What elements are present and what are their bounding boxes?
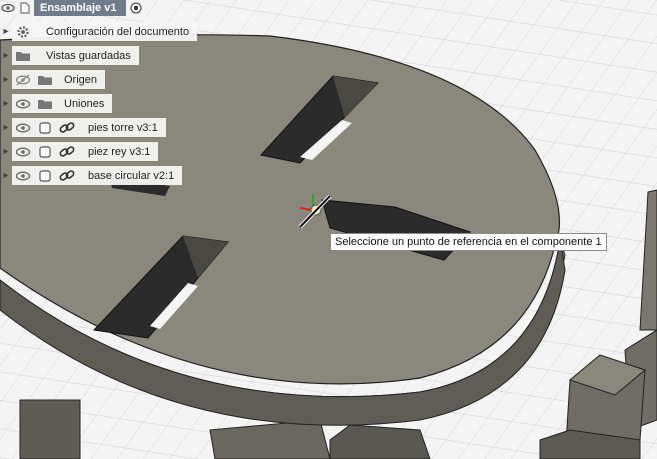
- component-icon: [34, 142, 56, 161]
- expand-chevron-icon[interactable]: ▸: [0, 94, 12, 113]
- expand-chevron-icon[interactable]: ▸: [0, 166, 12, 185]
- link-icon: [56, 118, 78, 137]
- eye-icon[interactable]: [12, 118, 34, 137]
- 3d-viewport[interactable]: [0, 0, 657, 459]
- selection-prompt-tooltip: Seleccione un punto de referencia en el …: [330, 233, 607, 251]
- gear-icon: [12, 22, 34, 41]
- folder-icon: [12, 46, 34, 65]
- link-icon: [56, 142, 78, 161]
- link-icon: [56, 166, 78, 185]
- eye-icon[interactable]: [12, 166, 34, 185]
- expand-chevron-icon[interactable]: ▸: [0, 118, 12, 137]
- tree-item-label: Uniones: [64, 97, 105, 110]
- tree-item-saved-views[interactable]: ▸ Vistas guardadas: [0, 46, 139, 65]
- eye-icon[interactable]: [12, 142, 34, 161]
- tree-item-label: piez rey v3:1: [88, 145, 151, 158]
- tree-item-label: Configuración del documento: [46, 25, 190, 38]
- tree-item-label: Vistas guardadas: [46, 49, 131, 62]
- folder-icon: [34, 70, 56, 89]
- component-icon: [34, 118, 56, 137]
- document-icon: [16, 0, 34, 18]
- folder-icon: [34, 94, 56, 113]
- expand-chevron-icon[interactable]: ▸: [0, 70, 12, 89]
- expand-chevron-icon[interactable]: ▸: [0, 46, 12, 65]
- viewport-canvas[interactable]: [0, 0, 657, 459]
- tree-item-label: pies torre v3:1: [88, 121, 158, 134]
- eye-icon[interactable]: [12, 94, 34, 113]
- root-title[interactable]: Ensamblaje v1: [34, 0, 127, 16]
- component-icon: [34, 166, 56, 185]
- tree-item-document-settings[interactable]: ▸ Configuración del documento: [0, 22, 198, 41]
- foreground-block: [329, 424, 431, 459]
- expand-chevron-icon[interactable]: ▸: [0, 22, 12, 41]
- tree-item-origin[interactable]: ▸ Origen: [0, 70, 106, 89]
- tree-item-joints[interactable]: ▸ Uniones: [0, 94, 113, 113]
- eye-hidden-icon[interactable]: [12, 70, 34, 89]
- tree-item-component[interactable]: ▸ pies torre v3:1: [0, 118, 166, 137]
- tree-item-component[interactable]: ▸ piez rey v3:1: [0, 142, 159, 161]
- tree-item-label: base circular v2:1: [88, 169, 175, 182]
- browser-root[interactable]: Ensamblaje v1: [0, 0, 147, 18]
- activate-radio-icon[interactable]: [126, 0, 147, 18]
- expand-chevron-icon[interactable]: ▸: [0, 142, 12, 161]
- eye-icon[interactable]: [0, 0, 16, 18]
- tree-item-label: Origen: [64, 73, 98, 86]
- support-leg: [19, 399, 81, 459]
- tree-item-component[interactable]: ▸ base circular v2:1: [0, 166, 183, 185]
